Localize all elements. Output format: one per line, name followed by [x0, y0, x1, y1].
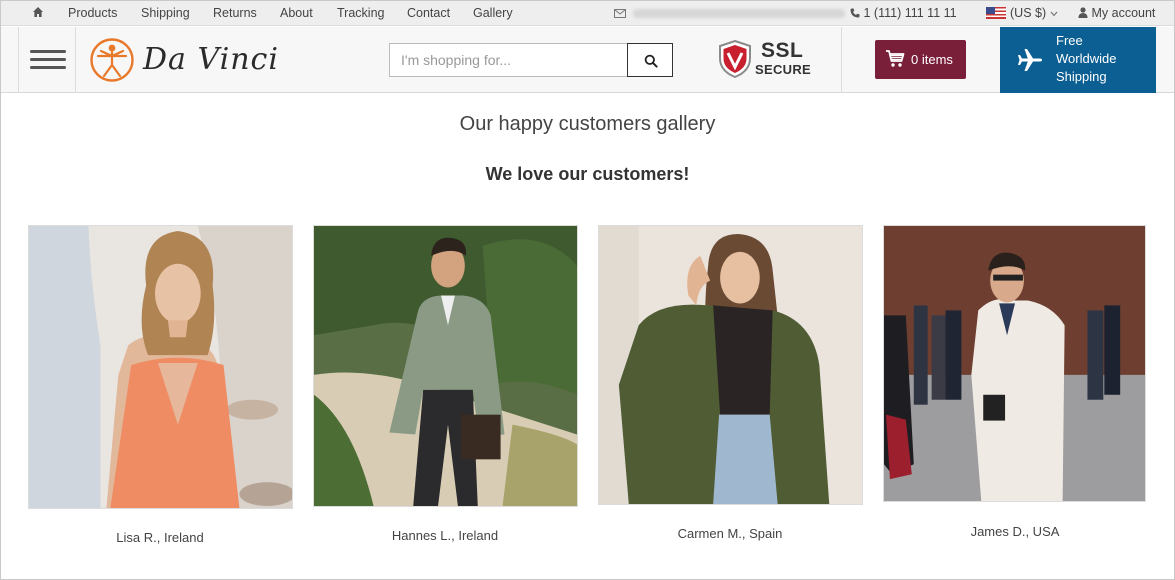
nav-contact[interactable]: Contact	[407, 6, 450, 20]
shipping-label: Free Worldwide Shipping	[1056, 33, 1117, 84]
email-link[interactable]	[614, 6, 846, 20]
menu-bar	[30, 50, 66, 53]
user-icon	[1078, 7, 1088, 18]
account-label: My account	[1091, 6, 1156, 20]
account-link[interactable]: My account	[1078, 6, 1155, 20]
logo-text: Da Vinci	[143, 42, 279, 77]
secure-text: SECURE	[755, 62, 811, 77]
search-form	[389, 43, 673, 77]
customer-photo-carmen[interactable]	[598, 225, 863, 505]
nav-about[interactable]: About	[280, 6, 313, 20]
menu-bar	[30, 66, 66, 69]
search-icon	[644, 54, 658, 68]
chevron-down-icon	[1050, 11, 1058, 17]
nav-products[interactable]: Products	[68, 6, 117, 20]
top-bar: Products Shipping Returns About Tracking…	[1, 1, 1174, 26]
nav-returns[interactable]: Returns	[213, 6, 257, 20]
phone-number: 1 (111) 111 11 11	[863, 6, 957, 20]
email-address-blurred	[633, 9, 846, 19]
phone-icon	[850, 8, 860, 18]
cart-button[interactable]: 0 items	[875, 40, 966, 79]
menu-button[interactable]	[18, 27, 76, 93]
customer-caption-james: James D., USA	[970, 524, 1060, 539]
currency-selector[interactable]: (US $)	[986, 6, 1058, 20]
envelope-icon	[614, 9, 626, 18]
home-icon[interactable]	[32, 6, 44, 18]
customer-photo-james[interactable]	[883, 225, 1146, 502]
customer-caption-lisa: Lisa R., Ireland	[116, 530, 204, 545]
shield-icon	[719, 40, 751, 78]
photo-image	[599, 226, 862, 504]
ssl-secure-badge: SSL SECURE	[717, 39, 817, 79]
free-shipping-banner[interactable]: Free Worldwide Shipping	[1000, 27, 1156, 93]
photo-image	[314, 226, 577, 506]
customer-photo-lisa[interactable]	[28, 225, 293, 509]
currency-label: (US $)	[1010, 6, 1047, 20]
menu-bar	[30, 58, 66, 61]
site-logo[interactable]: Da Vinci	[89, 37, 278, 83]
phone-link[interactable]: 1 (111) 111 11 11	[850, 6, 957, 20]
search-button[interactable]	[627, 43, 673, 77]
nav-tracking[interactable]: Tracking	[337, 6, 384, 20]
cart-icon	[886, 50, 905, 67]
page-subtitle: We love our customers!	[485, 164, 690, 184]
cart-count: 0 items	[911, 52, 953, 67]
us-flag-icon	[986, 7, 1006, 19]
customer-caption-hannes: Hannes L., Ireland	[391, 528, 499, 543]
header-divider	[841, 27, 842, 93]
customer-photo-hannes[interactable]	[313, 225, 578, 507]
page-title: Our happy customers gallery	[459, 113, 716, 135]
search-input[interactable]	[389, 43, 628, 77]
nav-gallery[interactable]: Gallery	[473, 6, 513, 20]
vitruvian-man-icon	[90, 38, 134, 82]
ssl-text: SSL	[761, 39, 804, 62]
photo-image	[29, 226, 292, 508]
customer-caption-carmen: Carmen M., Spain	[677, 526, 783, 541]
nav-shipping[interactable]: Shipping	[141, 6, 190, 20]
site-header: Da Vinci SSL SECURE 0 items Free Worldwi…	[1, 27, 1174, 93]
photo-image	[884, 226, 1145, 501]
airplane-icon	[1018, 49, 1042, 71]
